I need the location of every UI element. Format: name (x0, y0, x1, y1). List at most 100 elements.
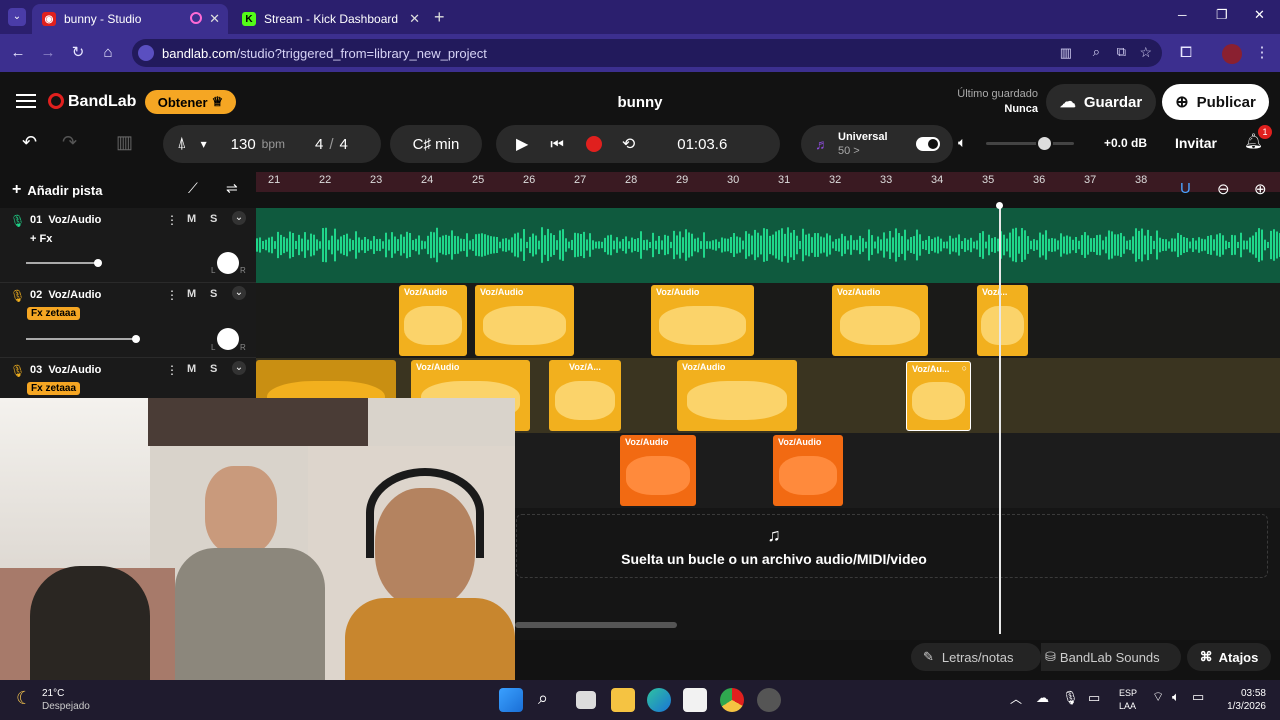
tray-cloud-icon[interactable]: ☁ (1036, 690, 1049, 706)
tray-mic-icon[interactable]: 🎙︎ (1062, 690, 1079, 706)
tab-bunny-studio[interactable]: ◉ bunny - Studio ✕ (32, 4, 228, 34)
edge-icon[interactable] (647, 688, 671, 712)
drop-zone[interactable]: ♫ Suelta un bucle o un archivo audio/MID… (516, 514, 1268, 578)
weather-desc[interactable]: Despejado (42, 701, 90, 712)
solo-button[interactable]: S (210, 363, 217, 375)
audio-clip[interactable]: Voz/Audio (677, 360, 797, 431)
track-header-1[interactable]: 🎙︎ 01 Voz/Audio ⋮ M S ⌄ + Fx L R (0, 208, 256, 283)
minimize-button[interactable]: ─ (1178, 8, 1187, 22)
speaker-icon[interactable]: 🔈︎ (958, 134, 966, 151)
volume-icon[interactable]: 🔈︎ (1172, 689, 1180, 705)
get-membership-button[interactable]: Obtener ♕ (145, 90, 236, 114)
metronome-icon[interactable]: ⍋ (177, 135, 187, 153)
volume-slider[interactable] (26, 335, 140, 343)
save-button[interactable]: ☁ Guardar (1046, 84, 1156, 120)
play-icon[interactable]: ▶ (516, 134, 528, 154)
playhead[interactable] (999, 204, 1001, 634)
undo-icon[interactable]: ↶ (22, 132, 37, 153)
loop-handle-icon[interactable]: ○ (962, 363, 967, 373)
tray-display-icon[interactable]: ▭ (1088, 690, 1100, 706)
mastering-preset[interactable]: ♬ Universal 50 > (801, 125, 953, 163)
extensions-icon[interactable]: ⧠ (1176, 43, 1196, 63)
automation-icon[interactable]: ⟋ (188, 180, 198, 197)
new-tab-button[interactable]: + (434, 7, 445, 28)
track-menu-icon[interactable]: ⋮ (166, 363, 178, 377)
url-field[interactable]: bandlab.com/studio?triggered_from=librar… (132, 39, 1162, 67)
invite-button[interactable]: Invitar (1168, 128, 1224, 158)
add-track-button[interactable]: + Añadir pista (12, 178, 102, 202)
bpm-value[interactable]: 130 (231, 136, 256, 153)
wifi-icon[interactable]: ⌔ (1152, 689, 1164, 705)
back-icon[interactable]: ← (8, 43, 28, 63)
volume-slider[interactable] (26, 259, 102, 267)
audio-clip-selected[interactable]: Voz/Au... ○ (906, 361, 971, 431)
bookmark-star-icon[interactable]: ☆ (1139, 44, 1152, 61)
horizontal-scrollbar[interactable] (515, 622, 677, 628)
store-icon[interactable] (683, 688, 707, 712)
audio-clip[interactable]: Voz/Audio (651, 285, 754, 356)
timeline-ruler[interactable]: 21 22 23 24 25 26 27 28 29 30 31 32 33 34 35 36 37 38 (256, 172, 1280, 192)
mute-button[interactable]: M (187, 288, 196, 300)
install-app-icon[interactable]: ⧉ (1117, 44, 1126, 60)
maximize-button[interactable]: ❐ (1216, 7, 1228, 23)
home-icon[interactable]: ⌂ (98, 43, 118, 63)
clock-date[interactable]: 1/3/2026 (1216, 701, 1266, 712)
close-tab-icon[interactable]: ✕ (409, 11, 420, 27)
fx-badge[interactable]: Fx zetaaa (27, 382, 81, 395)
redo-icon[interactable]: ↷ (62, 132, 77, 153)
track-expand-icon[interactable]: ⌄ (232, 211, 246, 225)
skip-back-icon[interactable]: ⏮ (550, 136, 564, 153)
audio-clip[interactable]: Voz/... (977, 285, 1028, 356)
shortcuts-button[interactable]: ⌘ Atajos (1187, 643, 1271, 671)
mixer-icon[interactable]: ⇌ (226, 180, 238, 197)
clock-time[interactable]: 03:58 (1226, 688, 1266, 699)
snap-magnet-icon[interactable]: U (1180, 180, 1191, 197)
tray-chevron-icon[interactable]: ︿ (1010, 690, 1022, 707)
weather-moon-icon[interactable]: ☾ (16, 688, 32, 709)
taskbar-search-icon[interactable]: ⌕ (538, 688, 548, 709)
publish-button[interactable]: ⊕ Publicar (1162, 84, 1269, 120)
mute-button[interactable]: M (187, 213, 196, 225)
time-signature-denominator[interactable]: 4 (340, 136, 348, 153)
lyrics-button[interactable]: ✎ Letras/notas (911, 643, 1041, 671)
audio-clip[interactable]: Voz/Audio (475, 285, 574, 356)
battery-icon[interactable]: ▭ (1192, 689, 1204, 705)
close-window-button[interactable]: ✕ (1254, 7, 1265, 23)
add-fx-button[interactable]: + Fx (30, 233, 52, 245)
mute-button[interactable]: M (187, 363, 196, 375)
language-code[interactable]: ESP (1119, 688, 1137, 698)
forward-icon[interactable]: → (38, 43, 58, 63)
hamburger-menu-icon[interactable] (16, 94, 36, 108)
site-info-icon[interactable] (138, 45, 154, 61)
track-header-2[interactable]: 🎙︎ 02 Voz/Audio ⋮ M S ⌄ Fx zetaaa L R (0, 283, 256, 358)
time-signature-numerator[interactable]: 4 (315, 136, 323, 153)
audio-clip[interactable]: Voz/Audio (773, 435, 843, 506)
profile-avatar[interactable] (1222, 44, 1242, 64)
audio-clip[interactable]: Voz/Audio (399, 285, 467, 356)
track-menu-icon[interactable]: ⋮ (166, 213, 178, 227)
tab-search-icon[interactable]: ⌄ (8, 8, 26, 26)
zoom-out-icon[interactable]: ⊖ (1217, 180, 1230, 198)
bandlab-sounds-button[interactable]: ⛁ BandLab Sounds (1041, 643, 1181, 671)
pan-knob[interactable] (217, 328, 239, 350)
audio-clip[interactable]: Voz/Audio (620, 435, 696, 506)
track-lane-2[interactable]: Voz/Audio Voz/Audio Voz/Audio Voz/Audio … (256, 283, 1280, 358)
track-expand-icon[interactable]: ⌄ (232, 361, 246, 375)
zoom-in-icon[interactable]: ⊕ (1254, 180, 1267, 198)
task-view-icon[interactable] (576, 691, 596, 709)
fx-badge[interactable]: Fx zetaaa (27, 307, 81, 320)
reload-icon[interactable]: ↻ (68, 43, 88, 63)
track-menu-icon[interactable]: ⋮ (166, 288, 178, 302)
solo-button[interactable]: S (210, 288, 217, 300)
audio-clip[interactable]: Voz/A... (549, 360, 621, 431)
reader-mode-icon[interactable]: ▥ (1060, 45, 1072, 61)
zoom-icon[interactable]: ⌕ (1093, 44, 1100, 60)
tab-kick-dashboard[interactable]: K Stream - Kick Dashboard ✕ (232, 4, 428, 34)
browser-menu-icon[interactable]: ⋮ (1252, 43, 1272, 63)
app-icon[interactable] (757, 688, 781, 712)
track-expand-icon[interactable]: ⌄ (232, 286, 246, 300)
master-volume-slider[interactable] (986, 135, 1074, 152)
piano-keys-icon[interactable]: ▥ (116, 132, 133, 153)
windows-start-icon[interactable] (499, 688, 523, 712)
audio-clip[interactable]: Voz/Audio (832, 285, 928, 356)
